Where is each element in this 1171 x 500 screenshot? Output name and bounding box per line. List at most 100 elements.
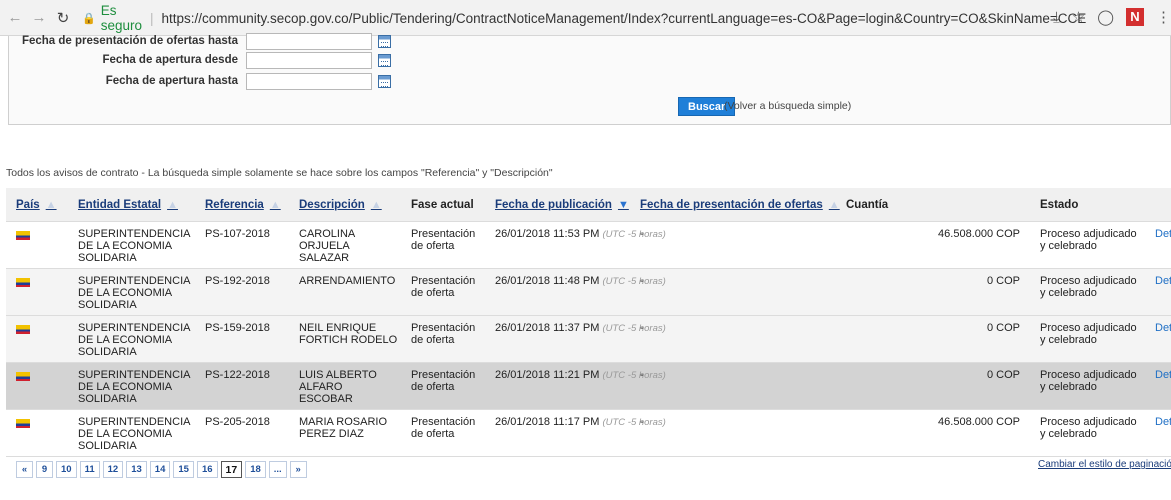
page-button[interactable]: 10 — [56, 461, 77, 478]
page-button[interactable]: 15 — [173, 461, 194, 478]
colombia-flag-icon — [16, 231, 30, 240]
estado-cell: Proceso adjudicado y celebrado — [1040, 275, 1137, 299]
page-button[interactable]: 18 — [245, 461, 266, 478]
header-descripcion[interactable]: Descripción ▲ — [299, 199, 382, 211]
simple-search-link[interactable]: (Volver a búsqueda simple) — [724, 100, 851, 112]
presentacion-hasta-input[interactable] — [246, 32, 372, 50]
apertura-hasta-input[interactable] — [246, 72, 372, 90]
sort-icon: ▲ — [167, 199, 178, 211]
header-referencia[interactable]: Referencia ▲ — [205, 199, 281, 211]
estado-cell: Proceso adjudicado y celebrado — [1040, 228, 1137, 252]
detail-link[interactable]: Det — [1155, 369, 1171, 381]
page-ellipsis-button[interactable]: ... — [268, 461, 287, 478]
page-button[interactable]: 16 — [196, 461, 218, 478]
pagination: «9 10 11 12 13 14 15 16 17 18...» — [16, 461, 307, 478]
header-estado: Estado — [1040, 199, 1079, 211]
notice-text: Todos los avisos de contrato - La búsque… — [6, 167, 553, 179]
sort-icon: ▲ — [45, 199, 57, 211]
url-text[interactable]: https://community.secop.gov.co/Public/Te… — [162, 11, 1087, 26]
shield-icon[interactable]: ◯ — [1097, 8, 1114, 26]
cuantia-cell: 0 COP — [986, 369, 1020, 381]
descripcion-cell: CAROLINA ORJUELA SALAZAR — [299, 228, 355, 264]
estado-cell: Proceso adjudicado y celebrado — [1040, 369, 1137, 393]
fase-cell: Presentación de oferta — [411, 369, 476, 393]
descripcion-cell: ARRENDAMIENTO — [299, 275, 396, 287]
extension-n-icon[interactable]: N — [1126, 8, 1144, 26]
estado-cell: Proceso adjudicado y celebrado — [1040, 416, 1137, 440]
detail-link[interactable]: Det — [1155, 416, 1171, 428]
estado-cell: Proceso adjudicado y celebrado — [1040, 322, 1137, 346]
sort-icon: ▲ — [269, 199, 281, 211]
cuantia-cell: 0 COP — [986, 275, 1020, 287]
table-row[interactable]: SUPERINTENDENCIA DE LA ECONOMIA SOLIDARI… — [6, 222, 1171, 269]
entidad-cell: SUPERINTENDENCIA DE LA ECONOMIA SOLIDARI… — [78, 322, 190, 358]
star-icon[interactable]: ☆ — [1072, 8, 1085, 26]
table-header: País ▲ Entidad Estatal ▲ Referencia ▲ Descr… — [6, 188, 1171, 222]
header-fecha-publicacion[interactable]: Fecha de publicación ▼ — [495, 199, 629, 211]
apertura-desde-input[interactable] — [246, 51, 372, 69]
entidad-cell: SUPERINTENDENCIA DE LA ECONOMIA SOLIDARI… — [78, 275, 190, 311]
entidad-cell: SUPERINTENDENCIA DE LA ECONOMIA SOLIDARI… — [78, 228, 190, 264]
browser-toolbar: ← → ↻ 🔒 Es seguro | https://community.se… — [0, 0, 1171, 36]
back-arrow-icon[interactable]: ← — [6, 8, 24, 28]
page-button[interactable]: 14 — [149, 461, 171, 478]
cuantia-cell: 0 COP — [986, 322, 1020, 334]
reload-icon[interactable]: ↻ — [54, 8, 72, 28]
descripcion-cell: MARIA ROSARIO PEREZ DIAZ — [299, 416, 388, 440]
search-row-apertura-desde: Fecha de apertura desde — [9, 51, 609, 69]
header-fase: Fase actual — [411, 199, 474, 211]
entidad-cell: SUPERINTENDENCIA DE LA ECONOMIA SOLIDARI… — [78, 369, 190, 405]
secure-label: Es seguro — [100, 3, 142, 33]
field-label: Fecha de presentación de ofertas hasta — [21, 35, 238, 47]
header-cuantia: Cuantía — [846, 199, 889, 211]
detail-link[interactable]: Det — [1155, 275, 1171, 287]
table-row[interactable]: SUPERINTENDENCIA DE LA ECONOMIA SOLIDARI… — [6, 363, 1171, 410]
search-row-presentacion-hasta: Fecha de presentación de ofertas hasta — [9, 32, 609, 50]
referencia-cell: PS-205-2018 — [205, 416, 270, 428]
field-label: Fecha de apertura desde — [102, 54, 239, 66]
colombia-flag-icon — [16, 419, 30, 428]
colombia-flag-icon — [16, 278, 30, 287]
detail-link[interactable]: Det — [1155, 228, 1171, 240]
page-next-button[interactable]: » — [289, 461, 307, 478]
sort-icon: ▲ — [828, 199, 840, 211]
forward-arrow-icon[interactable]: → — [30, 8, 48, 28]
table-row[interactable]: SUPERINTENDENCIA DE LA ECONOMIA SOLIDARI… — [6, 269, 1171, 316]
table-row[interactable]: SUPERINTENDENCIA DE LA ECONOMIA SOLIDARI… — [6, 316, 1171, 363]
page-first-button[interactable]: « — [16, 461, 33, 478]
sort-icon: ▲ — [370, 199, 382, 211]
sort-desc-icon: ▼ — [617, 199, 629, 211]
calendar-icon[interactable] — [378, 34, 391, 48]
page-button[interactable]: 12 — [102, 461, 124, 478]
referencia-cell: PS-122-2018 — [205, 369, 270, 381]
referencia-cell: PS-159-2018 — [205, 322, 270, 334]
field-label: Fecha de apertura hasta — [105, 75, 238, 87]
pagination-style-link[interactable]: Cambiar el estilo de paginación — [1038, 459, 1171, 470]
entidad-cell: SUPERINTENDENCIA DE LA ECONOMIA SOLIDARI… — [78, 416, 190, 452]
advanced-search-panel: Fecha de presentación de ofertas hasta F… — [8, 32, 1171, 125]
fecha-presentacion-cell: - — [640, 228, 644, 240]
referencia-cell: PS-192-2018 — [205, 275, 270, 287]
page-button[interactable]: 13 — [126, 461, 147, 478]
menu-dots-icon[interactable]: ⋮ — [1156, 8, 1171, 26]
calendar-icon[interactable] — [378, 74, 391, 88]
fase-cell: Presentación de oferta — [411, 416, 476, 440]
fecha-presentacion-cell: - — [640, 275, 644, 287]
address-bar[interactable]: 🔒 Es seguro | https://community.secop.go… — [82, 3, 1086, 33]
header-pais[interactable]: País ▲ — [16, 199, 57, 211]
referencia-cell: PS-107-2018 — [205, 228, 270, 240]
page-button[interactable]: 11 — [79, 461, 100, 478]
header-fecha-presentacion[interactable]: Fecha de presentación de ofertas ▲ — [640, 199, 840, 211]
page-button[interactable]: 9 — [36, 461, 53, 478]
descripcion-cell: NEIL ENRIQUE FORTICH RODELO — [299, 322, 398, 346]
cuantia-cell: 46.508.000 COP — [938, 416, 1020, 428]
contracts-table: País ▲ Entidad Estatal ▲ Referencia ▲ Descr… — [6, 188, 1171, 457]
table-row[interactable]: SUPERINTENDENCIA DE LA ECONOMIA SOLIDARI… — [6, 410, 1171, 457]
download-icon[interactable]: ⤓ — [1053, 9, 1060, 26]
calendar-icon[interactable] — [378, 53, 391, 67]
header-entidad[interactable]: Entidad Estatal ▲ — [78, 199, 178, 211]
detail-link[interactable]: Det — [1155, 322, 1171, 334]
fecha-presentacion-cell: - — [640, 416, 644, 428]
page-button[interactable]: 17 — [220, 461, 243, 478]
cuantia-cell: 46.508.000 COP — [938, 228, 1020, 240]
